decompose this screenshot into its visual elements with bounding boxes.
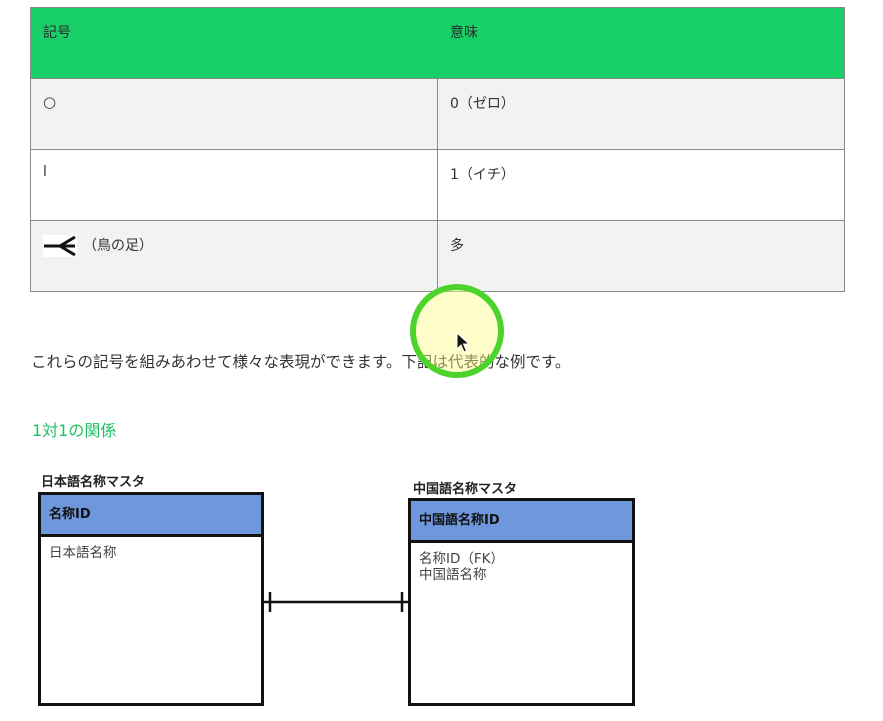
left-entity-title: 日本語名称マスタ xyxy=(41,475,146,490)
attribute: 日本語名称 xyxy=(49,545,117,561)
left-entity-attributes: 日本語名称 xyxy=(41,537,261,569)
right-entity-attributes: 名称ID（FK） 中国語名称 xyxy=(411,543,632,591)
symbol-cell: （鳥の足） xyxy=(30,220,438,292)
symbol-table: 記号 意味 ○ 0（ゼロ） l 1（イチ） （鳥の足） 多 xyxy=(30,7,845,292)
right-entity: 中国語名称ID 名称ID（FK） 中国語名称 xyxy=(408,498,635,706)
crows-foot-icon xyxy=(43,235,77,257)
header-meaning: 意味 xyxy=(437,7,845,79)
meaning-cell: 0（ゼロ） xyxy=(437,78,845,150)
table-row: ○ 0（ゼロ） xyxy=(30,78,845,150)
bar-symbol: l xyxy=(43,164,47,180)
attribute: 名称ID（FK） xyxy=(419,551,504,567)
right-entity-primary-key: 中国語名称ID xyxy=(411,501,632,543)
symbol-cell: ○ xyxy=(30,78,438,150)
attribute: 中国語名称 xyxy=(419,567,487,583)
left-entity-primary-key: 名称ID xyxy=(41,495,261,537)
right-entity-title: 中国語名称マスタ xyxy=(413,482,518,497)
circle-symbol: ○ xyxy=(43,93,57,111)
table-row: l 1（イチ） xyxy=(30,149,845,221)
meaning-cell: 多 xyxy=(437,220,845,292)
intro-text: これらの記号を組みあわせて様々な表現ができます。下記は代表的な例です。 xyxy=(31,353,571,371)
section-heading: 1対1の関係 xyxy=(32,421,117,440)
symbol-cell: l xyxy=(30,149,438,221)
meaning-cell: 1（イチ） xyxy=(437,149,845,221)
left-entity: 名称ID 日本語名称 xyxy=(38,492,264,706)
header-symbol: 記号 xyxy=(30,7,438,79)
table-header-row: 記号 意味 xyxy=(30,7,845,79)
crows-foot-label: （鳥の足） xyxy=(83,238,153,254)
table-row: （鳥の足） 多 xyxy=(30,220,845,292)
